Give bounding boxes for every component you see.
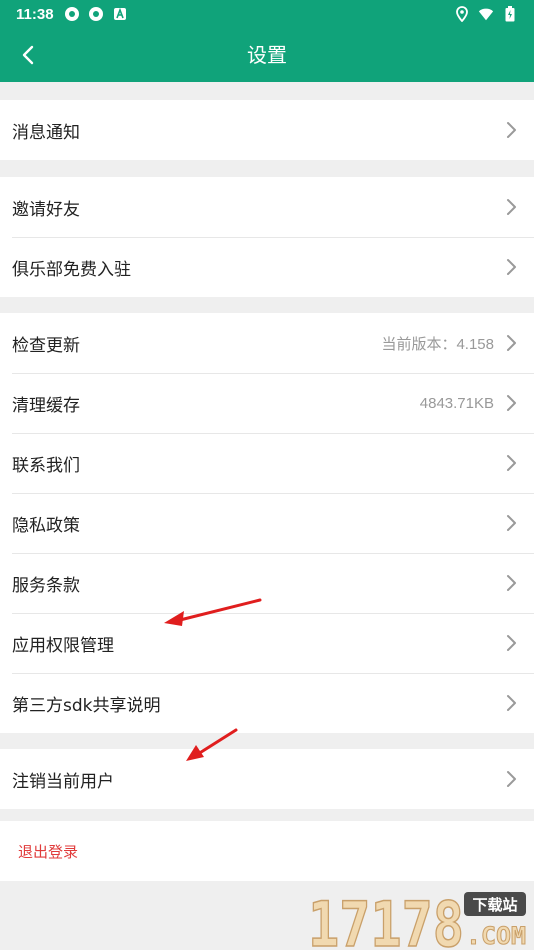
annotation-arrow-icon — [164, 598, 262, 626]
settings-item-label: 俱乐部免费入驻 — [12, 259, 131, 280]
back-button[interactable] — [8, 36, 48, 74]
chevron-right-icon — [504, 394, 518, 412]
chevron-right-icon — [504, 258, 518, 276]
chevron-right-icon — [504, 121, 518, 139]
status-bar: 11:38 — [0, 0, 534, 28]
settings-group-general: 检查更新 当前版本：4.158 清理缓存 4843.71KB 联系我们 隐私政策… — [0, 313, 534, 733]
settings-item-label: 应用权限管理 — [12, 635, 114, 656]
chevron-right-icon — [504, 514, 518, 532]
watermark-tag: 下载站 — [472, 896, 517, 914]
settings-item-label: 第三方sdk共享说明 — [12, 695, 161, 716]
app-notification-icon — [88, 6, 104, 22]
settings-item-clear-cache[interactable]: 清理缓存 4843.71KB — [0, 373, 534, 433]
logout-label: 退出登录 — [18, 842, 79, 861]
settings-item-deactivate-account[interactable]: 注销当前用户 — [0, 749, 534, 809]
settings-item-club-join[interactable]: 俱乐部免费入驻 — [0, 237, 534, 297]
chevron-right-icon — [504, 198, 518, 216]
settings-item-label: 清理缓存 — [12, 395, 80, 416]
status-time: 11:38 — [16, 5, 54, 23]
annotation-arrow-icon — [186, 728, 238, 761]
chevron-right-icon — [504, 694, 518, 712]
settings-item-invite-friends[interactable]: 邀请好友 — [0, 177, 534, 237]
settings-item-label: 注销当前用户 — [12, 771, 114, 792]
settings-item-third-party-sdk[interactable]: 第三方sdk共享说明 — [0, 673, 534, 733]
logout-section: 退出登录 — [0, 821, 534, 881]
settings-item-label: 服务条款 — [12, 575, 80, 596]
settings-item-privacy-policy[interactable]: 隐私政策 — [0, 493, 534, 553]
chevron-right-icon — [504, 574, 518, 592]
chevron-right-icon — [504, 634, 518, 652]
top-app-bar: 设置 — [0, 28, 534, 82]
cache-size-value: 4843.71KB — [419, 394, 494, 412]
settings-item-label: 隐私政策 — [12, 515, 80, 536]
chevron-right-icon — [504, 454, 518, 472]
chevron-right-icon — [504, 334, 518, 352]
settings-item-label: 邀请好友 — [12, 199, 80, 220]
settings-item-label: 检查更新 — [12, 335, 80, 356]
page-title: 设置 — [247, 43, 287, 67]
battery-icon — [502, 6, 518, 22]
settings-item-contact-us[interactable]: 联系我们 — [0, 433, 534, 493]
settings-item-check-update[interactable]: 检查更新 当前版本：4.158 — [0, 313, 534, 373]
settings-group-notifications: 消息通知 — [0, 100, 534, 160]
watermark-logo: 17178 下载站 .COM — [307, 887, 526, 950]
chevron-left-icon — [22, 45, 34, 65]
current-version-value: 当前版本：4.158 — [381, 335, 494, 353]
wifi-icon — [478, 6, 494, 22]
location-icon — [454, 6, 470, 22]
settings-group-social: 邀请好友 俱乐部免费入驻 — [0, 177, 534, 297]
settings-item-label: 消息通知 — [12, 122, 80, 143]
watermark-number: 17178 — [308, 888, 464, 950]
app-notification-icon — [64, 6, 80, 22]
settings-item-label: 联系我们 — [12, 455, 80, 476]
settings-group-account: 注销当前用户 — [0, 749, 534, 809]
settings-list: 消息通知 邀请好友 俱乐部免费入驻 检查更新 当前版本：4.158 清理缓存 4… — [0, 82, 534, 881]
app-a-icon — [112, 6, 128, 22]
watermark-domain: .COM — [466, 922, 526, 950]
logout-button[interactable]: 退出登录 — [0, 821, 534, 881]
settings-item-message-notification[interactable]: 消息通知 — [0, 100, 534, 160]
chevron-right-icon — [504, 770, 518, 788]
